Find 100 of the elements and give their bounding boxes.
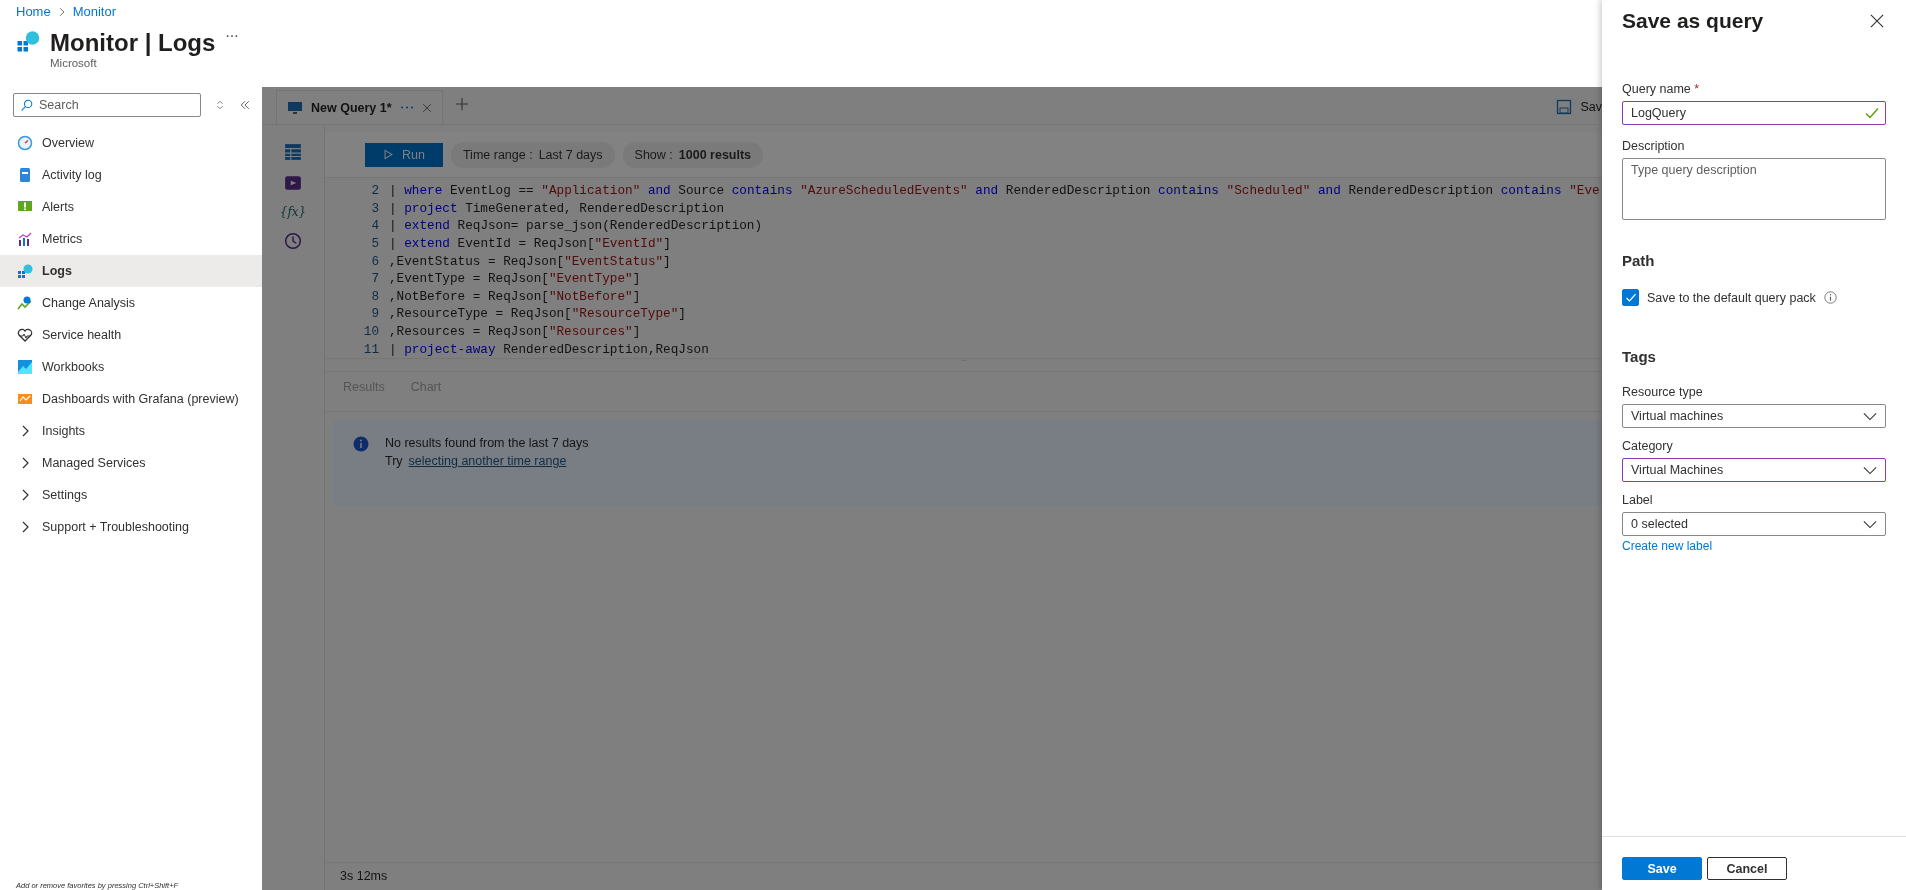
sort-icon: [215, 99, 225, 111]
info-icon: [353, 436, 369, 452]
checkbox-label: Save to the default query pack: [1647, 290, 1816, 305]
line-number: 3: [370, 200, 380, 216]
collapse-icon[interactable]: [239, 99, 251, 111]
sidebar-item[interactable]: Change Analysis: [0, 287, 262, 319]
logs-icon: [17, 263, 33, 279]
checkmark-icon: [1624, 291, 1637, 304]
code-line: ,ResourceType = ReqJson["ResourceType"]: [389, 306, 686, 322]
code-line: | extend ReqJson= parse_json(RenderedDescription): [389, 218, 763, 234]
sidebar-label: Dashboards with Grafana (preview): [42, 392, 239, 406]
more-icon: [399, 106, 414, 109]
breadcrumb-link[interactable]: Home: [16, 4, 51, 19]
sidebar-item[interactable]: Support + Troubleshooting: [0, 511, 262, 543]
search-field[interactable]: Search: [13, 93, 201, 117]
dashboard-icon: [17, 391, 33, 407]
checkbox[interactable]: [1622, 289, 1639, 306]
panel-title: Save as query: [1622, 9, 1764, 33]
create-label-link[interactable]: Create new label: [1622, 539, 1713, 553]
dropdown[interactable]: Virtual machines: [1622, 404, 1886, 428]
description-field[interactable]: Type query description: [1622, 158, 1886, 220]
sidebar-item[interactable]: Service health: [0, 319, 262, 351]
line-number: 7: [370, 271, 380, 287]
sidebar-item[interactable]: Dashboards with Grafana (preview): [0, 383, 262, 415]
code-line: ,EventType = ReqJson["EventType"]: [389, 271, 641, 287]
close-button[interactable]: [1868, 12, 1886, 30]
line-number: 4: [370, 218, 380, 234]
code-line: | project-away RenderedDescription,ReqJson: [389, 341, 709, 357]
cancel-button[interactable]: Cancel: [1707, 857, 1787, 880]
sidebar-label: Logs: [42, 264, 72, 278]
table-icon[interactable]: [284, 143, 302, 161]
sidebar-item[interactable]: Alerts: [0, 191, 262, 223]
sidebar-label: Workbooks: [42, 360, 105, 374]
sidebar-label: Alerts: [42, 200, 74, 214]
query-duration: 3s 12ms: [325, 862, 1602, 890]
video-icon[interactable]: [284, 174, 302, 192]
no-results-text: No results found from the last 7 days: [385, 436, 589, 450]
monitor-icon: [287, 99, 303, 116]
sidebar-label: Service health: [42, 328, 122, 342]
history-icon[interactable]: [284, 232, 302, 250]
sidebar-label: Overview: [42, 136, 95, 150]
info-icon: [1823, 291, 1837, 304]
page-subtitle: Microsoft: [50, 57, 98, 69]
sidebar-label: Settings: [42, 488, 88, 502]
code-line: ,NotBefore = ReqJson["NotBefore"]: [389, 288, 641, 304]
query-name-field[interactable]: LogQuery: [1622, 101, 1886, 125]
sidebar-label: Support + Troubleshooting: [42, 520, 189, 534]
try-text: Try: [385, 454, 403, 468]
code-line: | project TimeGenerated, RenderedDescription: [389, 200, 724, 216]
sidebar-item[interactable]: Workbooks: [0, 351, 262, 383]
save-button[interactable]: Save: [1622, 857, 1702, 880]
line-number: 8: [370, 288, 380, 304]
dropdown[interactable]: Virtual Machines: [1622, 458, 1886, 482]
breadcrumb-link[interactable]: Monitor: [72, 4, 117, 19]
sidebar-label: Activity log: [42, 168, 102, 182]
sidebar-label: Managed Services: [42, 456, 146, 470]
book-icon: [17, 167, 33, 183]
sidebar-item[interactable]: Logs: [0, 255, 262, 287]
code-line: ,Resources = ReqJson["Resources"]: [389, 324, 641, 340]
line-number: 9: [370, 306, 380, 322]
section-heading: Tags: [1622, 348, 1657, 365]
sidebar-item[interactable]: Overview: [0, 127, 262, 159]
search-icon: [20, 98, 33, 112]
sidebar-label: Metrics: [42, 232, 83, 246]
sidebar-item[interactable]: Managed Services: [0, 447, 262, 479]
field-label: Query name *: [1622, 82, 1701, 96]
line-number: 2: [370, 183, 380, 199]
result-limit-picker[interactable]: Show : 1000 results: [622, 141, 764, 168]
dropdown[interactable]: 0 selected: [1622, 512, 1886, 536]
line-number: 10: [362, 324, 380, 340]
close-icon[interactable]: [421, 102, 432, 113]
chart-icon: [17, 359, 33, 375]
line-number: 11: [362, 341, 380, 357]
sidebar-label: Change Analysis: [42, 296, 136, 310]
time-range-picker[interactable]: Time range : Last 7 days: [450, 141, 615, 168]
line-number: 6: [370, 253, 380, 269]
close-icon: [1870, 14, 1884, 28]
heart-icon: [17, 327, 33, 343]
sidebar-item[interactable]: Activity log: [0, 159, 262, 191]
query-tab[interactable]: New Query 1*: [276, 90, 443, 124]
sidebar-label: Insights: [42, 424, 86, 438]
field-label: Category: [1622, 439, 1674, 453]
field-label: Description: [1622, 139, 1686, 153]
field-label: Label: [1622, 493, 1654, 507]
bar-chart-icon: [17, 231, 33, 247]
code-line: | where EventLog == "Application" and Source contains "AzureScheduledEvents" and RenderedDescription contains "Scheduled" and RenderedDescription contains "Eve: [389, 183, 1600, 199]
gauge-icon: [17, 135, 33, 151]
change-icon: [17, 295, 33, 311]
code-line: | extend EventId = ReqJson["EventId"]: [389, 236, 671, 252]
sidebar-item[interactable]: Insights: [0, 415, 262, 447]
sidebar-item[interactable]: Settings: [0, 479, 262, 511]
page-title: Monitor | Logs: [50, 29, 216, 57]
field-label: Resource type: [1622, 385, 1704, 399]
logs-icon: [16, 29, 40, 53]
section-heading: Path: [1622, 252, 1656, 269]
play-icon: [383, 149, 394, 160]
line-number: 5: [370, 236, 380, 252]
sidebar-item[interactable]: Metrics: [0, 223, 262, 255]
toolbar-command[interactable]: Sav: [1556, 99, 1602, 115]
code-line: ,EventStatus = ReqJson["EventStatus"]: [389, 253, 671, 269]
